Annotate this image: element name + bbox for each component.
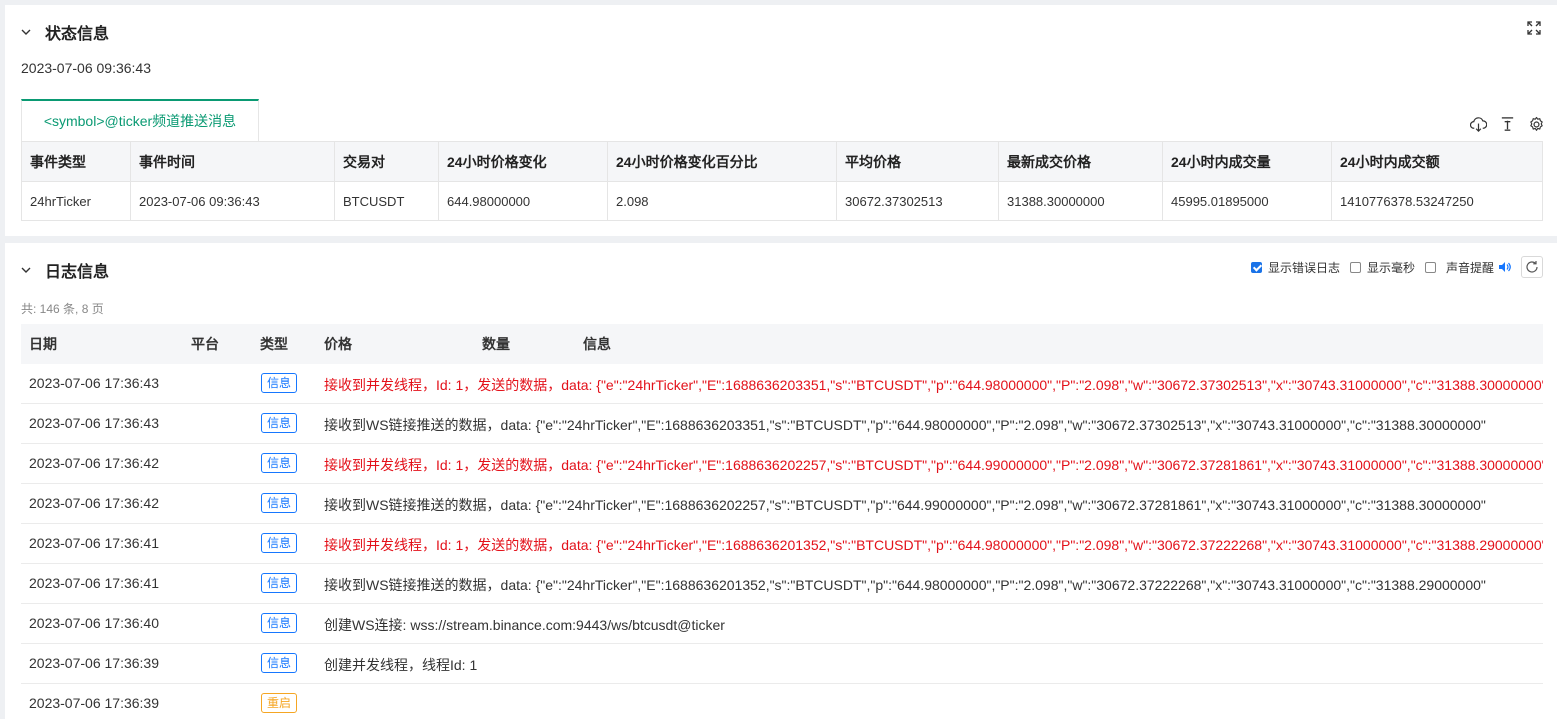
log-date: 2023-07-06 17:36:43 (29, 375, 159, 391)
cell-event-time: 2023-07-06 09:36:43 (130, 181, 335, 221)
cell-symbol: BTCUSDT (334, 181, 439, 221)
align-top-icon[interactable] (1499, 116, 1516, 133)
col-last-price[interactable]: 最新成交价格 (998, 141, 1163, 182)
type-badge: 信息 (261, 573, 298, 593)
tab-ticker[interactable]: <symbol>@ticker频道推送消息 (21, 99, 259, 141)
log-count: 共: 146 条, 8 页 (21, 302, 104, 316)
type-badge: 重启 (261, 693, 298, 713)
col-event-time[interactable]: 事件时间 (130, 141, 335, 182)
col-platform[interactable]: 平台 (191, 334, 219, 354)
chevron-down-icon[interactable] (21, 265, 31, 275)
log-message: 接收到并发线程，Id: 1，发送的数据，data: {"e":"24hrTick… (324, 457, 1543, 473)
cell-price-change-percent: 2.098 (607, 181, 837, 221)
col-avg-price[interactable]: 平均价格 (836, 141, 999, 182)
table-row: 2023-07-06 17:36:43 信息 接收到WS链接推送的数据，data… (21, 404, 1543, 444)
log-message: 接收到WS链接推送的数据，data: {"e":"24hrTicker","E"… (324, 497, 1486, 513)
tab-ticker-label: <symbol>@ticker频道推送消息 (43, 113, 237, 129)
status-section-title: 状态信息 (45, 26, 110, 43)
type-badge: 信息 (261, 413, 298, 433)
table-row: 2023-07-06 17:36:42 信息 接收到并发线程，Id: 1，发送的… (21, 444, 1543, 484)
log-controls: 显示错误日志 显示毫秒 声音提醒 (1241, 256, 1543, 278)
table-row: 2023-07-06 17:36:43 信息 接收到并发线程，Id: 1，发送的… (21, 364, 1543, 404)
log-date: 2023-07-06 17:36:41 (29, 575, 159, 591)
cell-quote-volume: 1410776378.53247250 (1331, 181, 1543, 221)
table-toolbar (1470, 116, 1545, 133)
show-ms-checkbox[interactable]: 显示毫秒 (1349, 259, 1415, 276)
log-panel: 日志信息 显示错误日志 显示毫秒 声音提醒 共: 146 条, 8 页 日期 平… (5, 243, 1557, 719)
cloud-download-icon[interactable] (1470, 116, 1487, 133)
chevron-down-icon[interactable] (21, 27, 31, 37)
checkbox-box[interactable] (1349, 261, 1361, 273)
sound-alert-label: 声音提醒 (1445, 260, 1494, 275)
speaker-icon[interactable] (1498, 261, 1512, 273)
table-row: 2023-07-06 17:36:41 信息 接收到WS链接推送的数据，data… (21, 564, 1543, 604)
cell-avg-price: 30672.37302513 (836, 181, 999, 221)
col-quantity[interactable]: 数量 (482, 334, 510, 354)
checkbox-box[interactable] (1424, 261, 1436, 273)
sound-alert-checkbox[interactable]: 声音提醒 (1424, 259, 1512, 276)
col-symbol[interactable]: 交易对 (334, 141, 439, 182)
cell-last-price: 31388.30000000 (998, 181, 1163, 221)
log-date: 2023-07-06 17:36:42 (29, 495, 159, 511)
table-row: 2023-07-06 17:36:40 信息 创建WS连接: wss://str… (21, 604, 1543, 644)
col-event-type[interactable]: 事件类型 (21, 141, 131, 182)
col-quote-volume[interactable]: 24小时内成交额 (1331, 141, 1543, 182)
col-price-change-percent[interactable]: 24小时价格变化百分比 (607, 141, 837, 182)
log-section-header[interactable]: 日志信息 (21, 258, 109, 282)
status-panel: 状态信息 2023-07-06 09:36:43 <symbol>@ticker… (5, 5, 1557, 236)
log-date: 2023-07-06 17:36:39 (29, 655, 159, 671)
cell-event-type: 24hrTicker (21, 181, 131, 221)
type-badge: 信息 (261, 493, 298, 513)
log-date: 2023-07-06 17:36:41 (29, 535, 159, 551)
col-volume[interactable]: 24小时内成交量 (1162, 141, 1332, 182)
log-message: 接收到并发线程，Id: 1，发送的数据，data: {"e":"24hrTick… (324, 537, 1543, 553)
checkbox-box[interactable] (1250, 261, 1262, 273)
show-ms-label: 显示毫秒 (1366, 260, 1415, 275)
log-message: 接收到WS链接推送的数据，data: {"e":"24hrTicker","E"… (324, 577, 1486, 593)
status-timestamp: 2023-07-06 09:36:43 (21, 60, 151, 76)
col-price-change[interactable]: 24小时价格变化 (438, 141, 608, 182)
gear-icon[interactable] (1528, 116, 1545, 133)
col-price[interactable]: 价格 (324, 334, 352, 354)
show-error-log-label: 显示错误日志 (1267, 260, 1340, 275)
cell-price-change: 644.98000000 (438, 181, 608, 221)
log-section-title: 日志信息 (45, 264, 110, 281)
type-badge: 信息 (261, 613, 298, 633)
refresh-icon (1526, 261, 1538, 273)
type-badge: 信息 (261, 373, 298, 393)
table-row: 2023-07-06 17:36:41 信息 接收到并发线程，Id: 1，发送的… (21, 524, 1543, 564)
type-badge: 信息 (261, 533, 298, 553)
refresh-button[interactable] (1521, 256, 1543, 278)
log-message: 接收到WS链接推送的数据，data: {"e":"24hrTicker","E"… (324, 417, 1486, 433)
col-date[interactable]: 日期 (29, 334, 57, 354)
table-row: 2023-07-06 17:36:39 重启 (21, 684, 1543, 719)
log-date: 2023-07-06 17:36:42 (29, 455, 159, 471)
log-date: 2023-07-06 17:36:43 (29, 415, 159, 431)
table-row: 2023-07-06 17:36:39 信息 创建并发线程，线程Id: 1 (21, 644, 1543, 684)
log-table: 日期 平台 类型 价格 数量 信息 2023-07-06 17:36:43 信息… (21, 324, 1543, 719)
log-message: 接收到并发线程，Id: 1，发送的数据，data: {"e":"24hrTick… (324, 377, 1543, 393)
col-message[interactable]: 信息 (583, 334, 611, 354)
ticker-table: 事件类型 事件时间 交易对 24小时价格变化 24小时价格变化百分比 平均价格 … (21, 141, 1543, 221)
col-type[interactable]: 类型 (260, 334, 288, 354)
ticker-header-row: 事件类型 事件时间 交易对 24小时价格变化 24小时价格变化百分比 平均价格 … (21, 141, 1543, 182)
table-row: 2023-07-06 17:36:42 信息 接收到WS链接推送的数据，data… (21, 484, 1543, 524)
log-header-row: 日期 平台 类型 价格 数量 信息 (21, 324, 1543, 364)
status-section-header[interactable]: 状态信息 (21, 20, 109, 44)
log-message: 创建WS连接: wss://stream.binance.com:9443/ws… (324, 617, 725, 633)
show-error-log-checkbox[interactable]: 显示错误日志 (1250, 259, 1340, 276)
log-date: 2023-07-06 17:36:40 (29, 615, 159, 631)
type-badge: 信息 (261, 653, 298, 673)
cell-volume: 45995.01895000 (1162, 181, 1332, 221)
table-row: 24hrTicker 2023-07-06 09:36:43 BTCUSDT 6… (21, 181, 1543, 221)
type-badge: 信息 (261, 453, 298, 473)
log-message: 创建并发线程，线程Id: 1 (324, 657, 478, 673)
expand-icon[interactable] (1527, 21, 1541, 35)
log-date: 2023-07-06 17:36:39 (29, 695, 159, 711)
